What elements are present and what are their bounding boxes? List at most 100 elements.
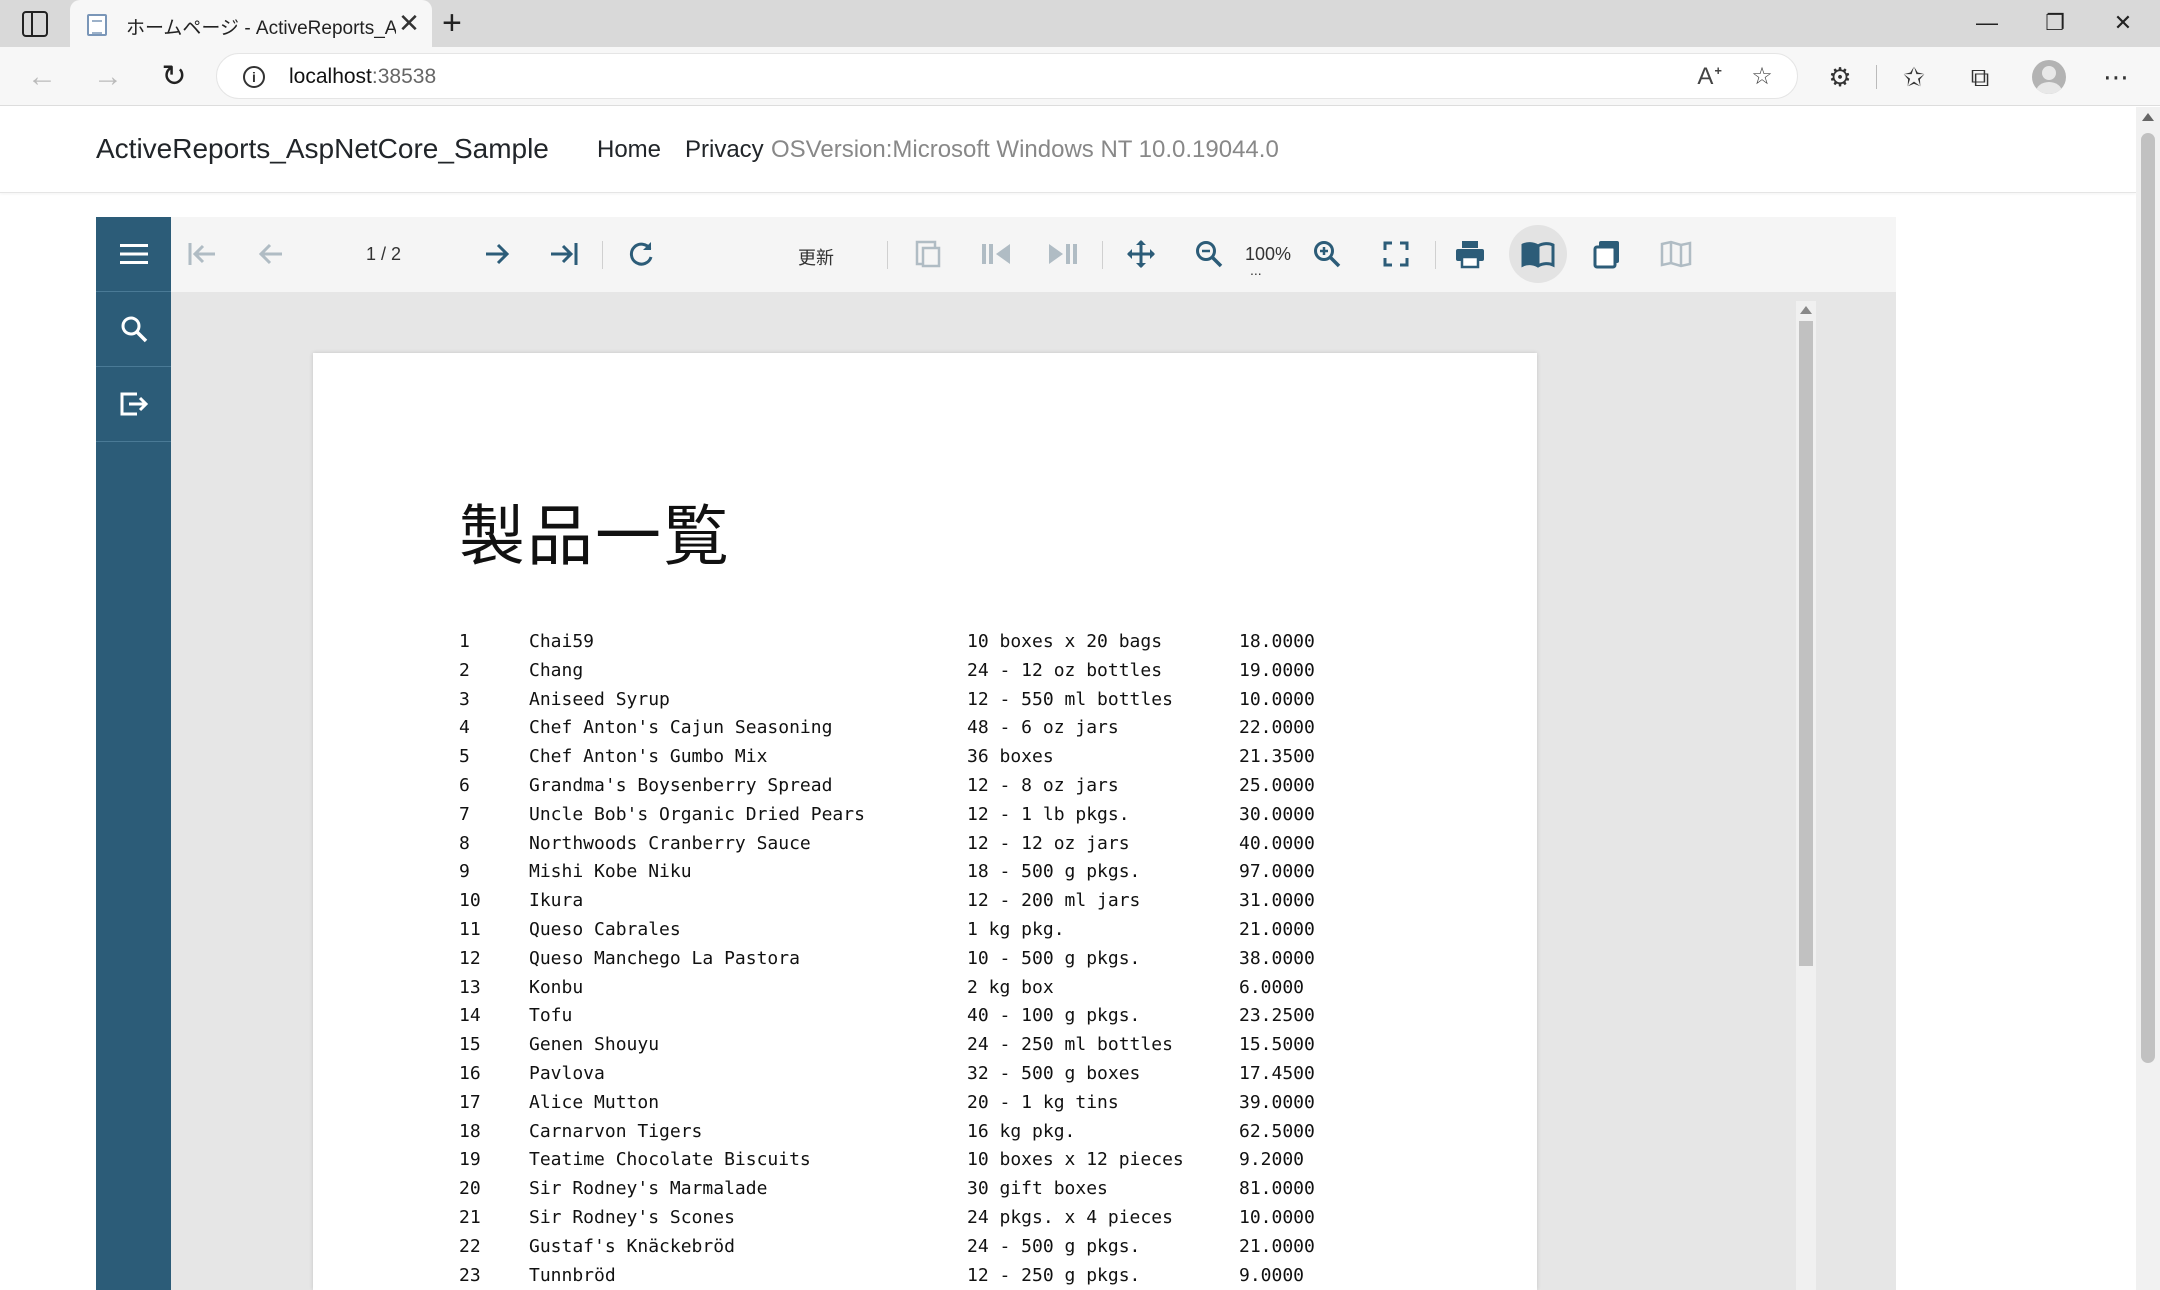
quantity-per-unit-cell: 10 - 500 g pkgs. bbox=[967, 947, 1141, 969]
address-bar[interactable]: i localhost:38538 Aᐩ ☆ bbox=[216, 53, 1798, 99]
export-icon[interactable] bbox=[96, 367, 171, 442]
menu-icon[interactable] bbox=[96, 217, 171, 292]
product-name-cell: Chef Anton's Gumbo Mix bbox=[529, 746, 768, 768]
back-icon[interactable]: ← bbox=[22, 57, 62, 97]
unit-price-cell: 9.2000 bbox=[1239, 1149, 1305, 1171]
report-page: 製品一覧 1 Chai59 10 boxes x 20 bags 18.0000 2 Ch… bbox=[313, 353, 1537, 1290]
single-page-view-icon[interactable] bbox=[1509, 225, 1567, 283]
info-icon[interactable]: i bbox=[243, 66, 265, 88]
report-scrollbar[interactable] bbox=[1796, 301, 1816, 1290]
pan-mode-icon[interactable] bbox=[1121, 234, 1161, 274]
toolbar-separator bbox=[602, 241, 603, 269]
product-name-cell: Grandma's Boysenberry Spread bbox=[529, 774, 833, 796]
product-name-cell: Mishi Kobe Niku bbox=[529, 861, 692, 883]
quantity-per-unit-cell: 12 - 200 ml jars bbox=[967, 890, 1141, 912]
quantity-per-unit-cell: 24 - 250 ml bottles bbox=[967, 1034, 1173, 1056]
unit-price-cell: 23.2500 bbox=[1239, 1005, 1315, 1027]
minimize-button[interactable]: — bbox=[1957, 8, 2017, 38]
unit-price-cell: 97.0000 bbox=[1239, 861, 1315, 883]
quantity-per-unit-cell: 48 - 6 oz jars bbox=[967, 717, 1119, 739]
new-tab-button[interactable]: + bbox=[442, 5, 462, 41]
add-favorite-icon[interactable]: ☆ bbox=[1747, 62, 1777, 92]
extensions-icon[interactable]: ⚙ bbox=[1822, 59, 1858, 95]
product-name-cell: Pavlova bbox=[529, 1062, 605, 1084]
quantity-per-unit-cell: 12 - 550 ml bottles bbox=[967, 688, 1173, 710]
fullscreen-icon[interactable] bbox=[1376, 234, 1416, 274]
product-name-cell: Chai59 bbox=[529, 631, 595, 652]
last-page-icon[interactable] bbox=[544, 234, 584, 274]
nav-home-link[interactable]: Home bbox=[597, 136, 661, 164]
viewer-toolbar: 1 / 2 更新 100% ... bbox=[171, 217, 1896, 292]
report-scrollbar-thumb[interactable] bbox=[1799, 321, 1813, 966]
active-tab[interactable]: ホームページ - ActiveReports_AspNetCore_Sample… bbox=[70, 0, 432, 47]
zoom-out-icon[interactable] bbox=[1189, 234, 1229, 274]
product-name-cell: Aniseed Syrup bbox=[529, 688, 670, 710]
scroll-up-arrow[interactable] bbox=[1800, 306, 1812, 314]
profile-icon[interactable] bbox=[2032, 60, 2066, 94]
tab-strip: ホームページ - ActiveReports_AspNetCore_Sample… bbox=[0, 0, 2160, 47]
restore-button[interactable]: ❐ bbox=[2025, 8, 2085, 38]
product-id-cell: 19 bbox=[459, 1149, 481, 1171]
read-aloud-icon[interactable]: Aᐩ bbox=[1695, 62, 1725, 92]
product-name-cell: Tunnbröd bbox=[529, 1264, 616, 1286]
favorites-icon[interactable]: ✩ bbox=[1896, 59, 1932, 95]
unit-price-cell: 62.5000 bbox=[1239, 1120, 1315, 1142]
quantity-per-unit-cell: 12 - 12 oz jars bbox=[967, 832, 1130, 854]
product-id-cell: 22 bbox=[459, 1235, 481, 1257]
refresh-report-icon[interactable] bbox=[621, 234, 661, 274]
search-icon[interactable] bbox=[96, 292, 171, 367]
collections-icon[interactable]: ⧉ bbox=[1962, 59, 1998, 95]
toolbar-divider bbox=[1876, 65, 1877, 89]
product-id-cell: 17 bbox=[459, 1091, 481, 1113]
tab-close-icon[interactable]: ✕ bbox=[396, 10, 422, 36]
tab-actions-icon[interactable] bbox=[22, 11, 48, 37]
back-to-parent-icon[interactable] bbox=[908, 234, 948, 274]
continuous-view-icon[interactable] bbox=[1587, 234, 1627, 274]
page-scrollbar[interactable] bbox=[2136, 107, 2160, 1290]
product-name-cell: Sir Rodney's Scones bbox=[529, 1206, 735, 1228]
site-navbar: ActiveReports_AspNetCore_Sample Home Pri… bbox=[0, 107, 2136, 193]
print-icon[interactable] bbox=[1450, 234, 1490, 274]
forward-icon[interactable]: → bbox=[88, 57, 128, 97]
galley-view-icon[interactable] bbox=[1656, 234, 1696, 274]
unit-price-cell: 6.0000 bbox=[1239, 976, 1305, 998]
more-icon[interactable]: ⋯ bbox=[2098, 59, 2134, 95]
quantity-per-unit-cell: 36 boxes bbox=[967, 746, 1054, 768]
product-name-cell: Chef Anton's Cajun Seasoning bbox=[529, 717, 833, 739]
unit-price-cell: 81.0000 bbox=[1239, 1178, 1315, 1200]
page-scroll-up-arrow[interactable] bbox=[2142, 113, 2154, 121]
quantity-per-unit-cell: 24 - 12 oz bottles bbox=[967, 659, 1163, 681]
product-name-cell: Tofu bbox=[529, 1005, 573, 1027]
first-page-icon[interactable] bbox=[182, 234, 222, 274]
product-name-cell: Genen Shouyu bbox=[529, 1034, 660, 1056]
product-id-cell: 14 bbox=[459, 1005, 481, 1027]
page-indicator[interactable]: 1 / 2 bbox=[366, 244, 401, 265]
history-back-icon[interactable] bbox=[976, 234, 1016, 274]
zoom-menu[interactable]: ... bbox=[1250, 262, 1262, 278]
url-text[interactable]: localhost:38538 bbox=[289, 65, 436, 89]
product-id-cell: 9 bbox=[459, 861, 470, 883]
history-forward-icon[interactable] bbox=[1043, 234, 1083, 274]
zoom-in-icon[interactable] bbox=[1307, 234, 1347, 274]
tab-title: ホームページ - ActiveReports_AspNetCore_Sample bbox=[126, 18, 396, 39]
unit-price-cell: 21.0000 bbox=[1239, 918, 1315, 940]
product-name-cell: Sir Rodney's Marmalade bbox=[529, 1178, 768, 1200]
nav-privacy-link[interactable]: Privacy bbox=[685, 136, 764, 164]
quantity-per-unit-cell: 12 - 1 lb pkgs. bbox=[967, 803, 1130, 825]
product-id-cell: 16 bbox=[459, 1062, 481, 1084]
product-name-cell: Ikura bbox=[529, 890, 584, 912]
product-id-cell: 21 bbox=[459, 1206, 481, 1228]
refresh-label[interactable]: 更新 bbox=[798, 244, 834, 270]
os-version-text: OSVersion:Microsoft Windows NT 10.0.1904… bbox=[771, 136, 1279, 163]
product-id-cell: 10 bbox=[459, 890, 481, 912]
product-name-cell: Alice Mutton bbox=[529, 1091, 660, 1113]
quantity-per-unit-cell: 24 - 500 g pkgs. bbox=[967, 1235, 1141, 1257]
refresh-icon[interactable]: ↻ bbox=[154, 57, 194, 97]
next-page-icon[interactable] bbox=[477, 234, 517, 274]
quantity-per-unit-cell: 20 - 1 kg tins bbox=[967, 1091, 1119, 1113]
quantity-per-unit-cell: 18 - 500 g pkgs. bbox=[967, 861, 1141, 883]
previous-page-icon[interactable] bbox=[251, 234, 291, 274]
site-brand[interactable]: ActiveReports_AspNetCore_Sample bbox=[96, 133, 549, 165]
window-close-button[interactable]: ✕ bbox=[2093, 8, 2153, 38]
page-scrollbar-thumb[interactable] bbox=[2141, 133, 2155, 1063]
